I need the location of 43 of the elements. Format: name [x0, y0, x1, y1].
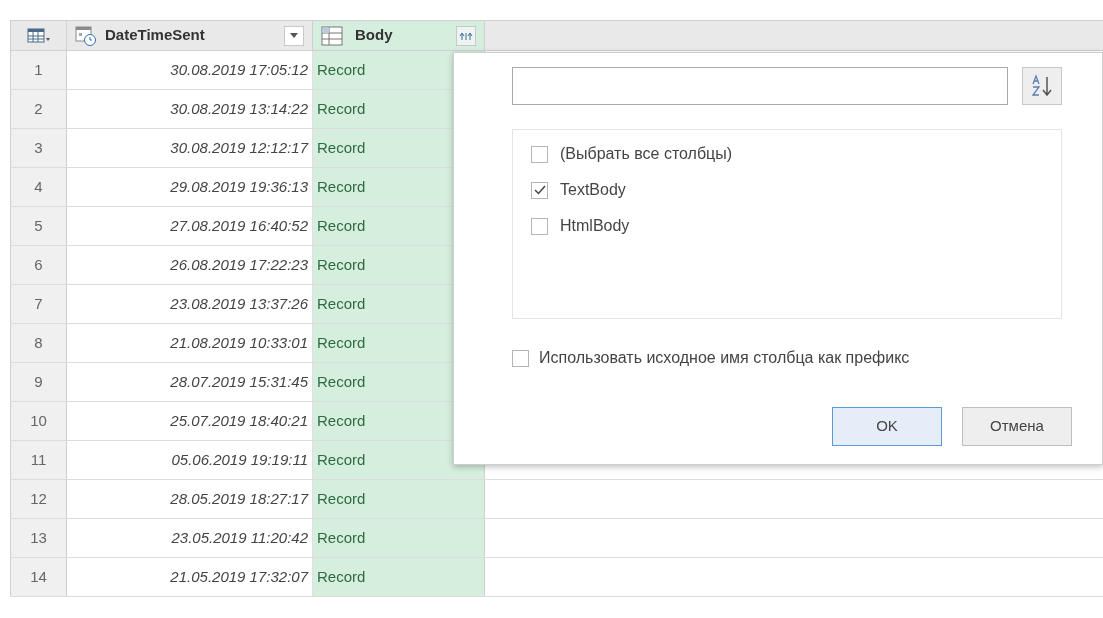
table-menu-button[interactable]	[10, 21, 67, 50]
column-title: DateTimeSent	[105, 25, 206, 46]
row-number: 4	[10, 168, 67, 206]
row-number: 7	[10, 285, 67, 323]
row-number: 9	[10, 363, 67, 401]
table-cell: Record	[313, 519, 485, 557]
row-number: 14	[10, 558, 67, 596]
row-number: 13	[10, 519, 67, 557]
search-field[interactable]	[512, 67, 1008, 105]
filter-dropdown-button[interactable]	[284, 25, 304, 46]
column-checkbox[interactable]	[531, 217, 548, 235]
column-option-label: TextBody	[560, 180, 626, 200]
prefix-option-label: Использовать исходное имя столбца как префикс	[539, 348, 910, 368]
column-option-label: (Выбрать все столбцы)	[560, 144, 733, 164]
row-number: 3	[10, 129, 67, 167]
table-menu-icon	[26, 27, 51, 44]
caret-icon	[290, 33, 298, 38]
table-cell: Record	[313, 558, 485, 596]
column-header[interactable]: DateTimeSent	[67, 21, 313, 50]
table-icon	[321, 25, 343, 46]
calendar-clock-icon	[75, 24, 97, 47]
expand-arrows-icon	[459, 30, 473, 41]
column-checkbox[interactable]	[531, 181, 548, 199]
row-number: 10	[10, 402, 67, 440]
row-number: 11	[10, 441, 67, 479]
prefix-checkbox[interactable]	[512, 349, 529, 367]
cancel-button[interactable]: Отмена	[962, 407, 1072, 446]
column-header[interactable]: Body	[313, 21, 485, 50]
column-checkbox[interactable]	[531, 145, 548, 163]
column-title: Body	[355, 25, 394, 46]
checkmark-icon	[533, 185, 546, 195]
row-number: 2	[10, 90, 67, 128]
sort-button[interactable]	[1022, 67, 1062, 105]
ok-button[interactable]: OK	[832, 407, 942, 446]
expand-column-button[interactable]	[456, 25, 476, 46]
table-cell: Record	[313, 480, 485, 518]
row-number: 6	[10, 246, 67, 284]
column-option-label: HtmlBody	[560, 216, 630, 236]
row-number: 5	[10, 207, 67, 245]
row-number: 1	[10, 51, 67, 89]
row-number: 12	[10, 480, 67, 518]
row-number: 8	[10, 324, 67, 362]
sort-az-icon	[1031, 74, 1053, 98]
